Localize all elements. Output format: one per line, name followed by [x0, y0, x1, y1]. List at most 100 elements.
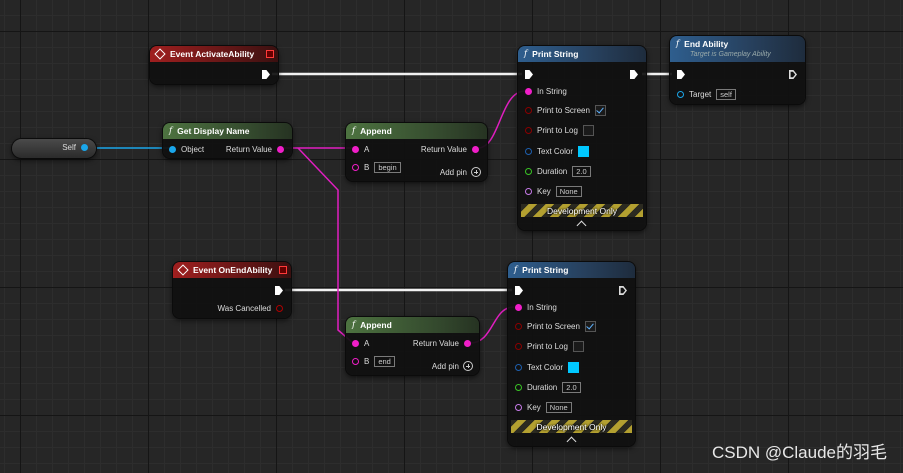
- bool-input-pin[interactable]: [515, 322, 522, 330]
- in-string-label: In String: [537, 86, 567, 96]
- exec-input-pin[interactable]: [677, 70, 685, 79]
- add-pin-label: Add pin: [439, 167, 467, 177]
- duration-row: Duration 2.0: [525, 164, 591, 178]
- print-to-screen-label: Print to Screen: [527, 321, 580, 331]
- event-icon: [154, 48, 166, 60]
- node-header: f Print String: [508, 262, 635, 278]
- print-to-screen-checkbox[interactable]: [584, 320, 596, 332]
- exec-input-pin[interactable]: [515, 286, 523, 295]
- return-value-label: Return Value: [225, 144, 272, 154]
- b-value-field[interactable]: end: [374, 355, 395, 367]
- b-input-row: B begin: [352, 160, 401, 174]
- end-ability-node[interactable]: f End Ability Target is Gameplay Ability …: [670, 36, 805, 104]
- key-field[interactable]: None: [555, 185, 582, 197]
- chevron-up-icon[interactable]: [576, 220, 587, 231]
- node-header: f Print String: [518, 46, 646, 62]
- node-header: f Append: [346, 123, 487, 139]
- node-title: Append: [360, 126, 392, 136]
- string-input-pin[interactable]: [525, 87, 532, 95]
- string-input-pin[interactable]: [515, 303, 522, 311]
- duration-field[interactable]: 2.0: [572, 165, 591, 177]
- text-color-row: Text Color: [525, 144, 590, 158]
- exec-output-pin[interactable]: [619, 286, 627, 295]
- node-title: Print String: [522, 265, 569, 275]
- was-cancelled-label: Was Cancelled: [217, 303, 271, 313]
- a-label: A: [364, 338, 370, 348]
- b-value-field[interactable]: begin: [374, 161, 401, 173]
- get-display-name-node[interactable]: f Get Display Name Object Return Value: [163, 123, 292, 158]
- event-on-end-ability-node[interactable]: Event OnEndAbility Was Cancelled: [173, 262, 291, 318]
- string-input-pin-b[interactable]: [352, 357, 359, 365]
- delegate-pin-icon[interactable]: [279, 266, 287, 274]
- delegate-pin-icon[interactable]: [266, 50, 274, 58]
- object-input-pin[interactable]: [677, 90, 684, 98]
- bool-output-pin[interactable]: [276, 304, 283, 312]
- text-color-label: Text Color: [537, 146, 574, 156]
- string-input-pin-b[interactable]: [352, 163, 359, 171]
- add-pin-button[interactable]: Add pin: [440, 165, 481, 179]
- development-only-banner: Development Only: [521, 204, 643, 217]
- duration-label: Duration: [537, 166, 568, 176]
- float-input-pin[interactable]: [525, 167, 532, 175]
- string-input-pin-a[interactable]: [352, 339, 359, 347]
- key-field[interactable]: None: [545, 401, 572, 413]
- name-input-pin[interactable]: [515, 403, 522, 411]
- was-cancelled-row: Was Cancelled: [217, 301, 283, 315]
- exec-output-pin[interactable]: [275, 286, 283, 295]
- in-string-row: In String: [515, 300, 557, 314]
- duration-field[interactable]: 2.0: [562, 381, 581, 393]
- object-input-pin[interactable]: [169, 145, 176, 153]
- node-title: Get Display Name: [177, 126, 250, 136]
- float-input-pin[interactable]: [515, 383, 522, 391]
- self-output-pin[interactable]: [81, 144, 88, 151]
- event-activate-ability-node[interactable]: Event ActivateAbility: [150, 46, 278, 84]
- struct-input-pin[interactable]: [515, 363, 522, 371]
- string-output-pin[interactable]: [472, 145, 479, 153]
- exec-output-pin[interactable]: [789, 70, 797, 79]
- print-to-log-checkbox[interactable]: [572, 340, 584, 352]
- a-label: A: [364, 144, 370, 154]
- return-value-row: Return Value: [226, 142, 284, 156]
- append-node-2[interactable]: f Append A B end Return Value Add pin: [346, 317, 479, 375]
- bool-input-pin[interactable]: [525, 106, 532, 114]
- target-field[interactable]: self: [716, 88, 736, 100]
- bool-input-pin[interactable]: [525, 126, 532, 134]
- text-color-swatch[interactable]: [568, 361, 580, 373]
- exec-output-pin[interactable]: [630, 70, 638, 79]
- name-input-pin[interactable]: [525, 187, 532, 195]
- object-label: Object: [181, 144, 205, 154]
- bool-input-pin[interactable]: [515, 342, 522, 350]
- print-to-screen-label: Print to Screen: [537, 105, 590, 115]
- plus-icon: [463, 361, 473, 371]
- append-node-1[interactable]: f Append A B begin Return Value Add pin: [346, 123, 487, 181]
- text-color-swatch[interactable]: [578, 145, 590, 157]
- key-label: Key: [537, 186, 551, 196]
- print-to-screen-row: Print to Screen: [515, 319, 596, 333]
- print-to-log-checkbox[interactable]: [582, 124, 594, 136]
- node-header: Event OnEndAbility: [173, 262, 291, 278]
- a-input-row: A: [352, 336, 369, 350]
- string-input-pin-a[interactable]: [352, 145, 359, 153]
- exec-output-pin[interactable]: [262, 70, 270, 79]
- self-node[interactable]: Self: [12, 139, 96, 158]
- print-to-log-row: Print to Log: [515, 339, 584, 353]
- duration-row: Duration 2.0: [515, 380, 581, 394]
- struct-input-pin[interactable]: [525, 147, 532, 155]
- event-icon: [177, 264, 189, 276]
- add-pin-label: Add pin: [431, 361, 459, 371]
- print-to-screen-row: Print to Screen: [525, 103, 606, 117]
- add-pin-button[interactable]: Add pin: [432, 359, 473, 373]
- print-to-screen-checkbox[interactable]: [594, 104, 606, 116]
- string-output-pin[interactable]: [464, 339, 471, 347]
- key-row: Key None: [515, 400, 572, 414]
- function-icon: f: [352, 320, 356, 330]
- exec-input-pin[interactable]: [525, 70, 533, 79]
- node-title: End Ability: [684, 39, 729, 49]
- b-label: B: [364, 162, 370, 172]
- development-only-banner: Development Only: [511, 420, 632, 433]
- print-string-node-2[interactable]: f Print String In String Print to Screen …: [508, 262, 635, 447]
- string-output-pin[interactable]: [277, 145, 284, 153]
- print-string-node-1[interactable]: f Print String In String Print to Screen …: [518, 46, 646, 231]
- node-header: f End Ability Target is Gameplay Ability: [670, 36, 805, 62]
- chevron-up-icon[interactable]: [566, 436, 576, 447]
